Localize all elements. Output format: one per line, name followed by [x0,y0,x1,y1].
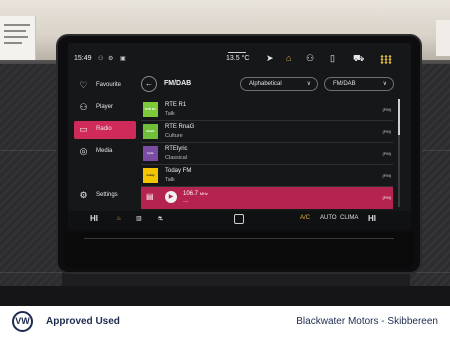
station-genre: Classical [165,155,188,161]
scrollbar-thumb[interactable] [398,99,400,135]
dealer-footer: VW Approved Used Blackwater Motors - Ski… [0,306,450,337]
vw-logo-icon: VW [12,311,33,332]
sidebar-item-label: Player [96,104,114,110]
auto-button[interactable]: AUTO [320,215,337,221]
gear-icon: ⚙ [79,190,88,200]
sidebar-item-label: Favourite [96,82,122,88]
chevron-down-icon: ∨ [382,81,387,87]
temperature-bar [228,52,246,53]
app-grid-icon[interactable] [380,55,392,64]
sidebar-item-player[interactable]: ⚇ Player [74,99,136,117]
chevron-down-icon: ∨ [306,81,311,87]
radio-station-icon: ▤ [146,192,154,201]
sidebar: ♡ Favourite ⚇ Player ▭ Radio ◎ Media ⚙ S… [74,71,136,211]
station-logo: RnaG [143,124,158,139]
station-band: (FM) [382,151,391,156]
sort-dropdown[interactable]: Alphabetical ∨ [240,77,318,91]
station-genre: Culture [165,133,183,139]
radio-icon: ▭ [79,124,88,134]
car-icon[interactable]: ⛟ [353,53,364,65]
station-name: Today FM [165,168,192,174]
band-dropdown[interactable]: FM/DAB ∨ [324,77,394,91]
outside-temperature: 13.5 °C [226,55,250,62]
heat-left-button[interactable]: HI [90,214,98,223]
heat-right-button[interactable]: HI [368,214,376,223]
station-name: RTE RnaG [165,124,195,130]
back-button[interactable]: ← [141,76,157,92]
assist-icon[interactable]: ⚇ [306,53,314,64]
clima-button[interactable]: CLIMA [340,215,358,221]
sidebar-item-settings[interactable]: ⚙ Settings [74,187,136,205]
now-playing-subtitle: --- [183,199,189,205]
ac-button[interactable]: A/C [300,215,310,221]
sidebar-item-label: Media [96,148,113,154]
dashboard-seam [0,272,450,273]
person-icon: ⚇ [79,102,88,112]
clock: 15:49 [74,55,92,62]
station-band: (FM) [382,173,391,178]
notification-icon[interactable]: ▣ [120,55,126,62]
navigation-arrow-icon[interactable]: ➤ [266,53,274,64]
station-row[interactable]: RnaG RTE RnaG Culture (FM) [141,121,393,143]
sidebar-item-label: Settings [96,192,118,198]
station-name: RTElyric [165,146,188,152]
defrost-rear-icon[interactable]: ▥ [136,215,142,222]
station-name: RTE R1 [165,102,187,108]
infotainment-screen: 15:49 ⚇ ⚙ ▣ 13.5 °C ➤ ⌂ ⚇ ▯ ⛟ ♡ Favourit… [68,43,411,230]
station-band: (FM) [382,107,391,112]
station-band: (FM) [382,195,391,200]
air-circulation-icon[interactable]: ⛐ [158,215,163,223]
station-logo: RTÉ R1 [143,102,158,117]
station-logo: today [143,168,158,183]
lower-console [0,286,450,306]
windshield-tag [436,20,450,56]
dealer-name: Blackwater Motors - Skibbereen [296,316,438,327]
play-icon[interactable]: ▶ [165,191,177,203]
sidebar-item-favourite[interactable]: ♡ Favourite [74,77,136,95]
windshield-sticker [0,16,36,60]
station-row[interactable]: lyric RTElyric Classical (FM) [141,143,393,165]
climate-slider-bezel [64,232,414,268]
climate-bar: HI ♨ ▥ ⛐ A/C AUTO CLIMA HI [68,211,411,230]
status-bar: 15:49 ⚇ ⚙ ▣ 13.5 °C ➤ ⌂ ⚇ ▯ ⛟ [68,43,411,69]
sidebar-item-label: Radio [96,126,112,132]
settings-small-icon[interactable]: ⚙ [108,55,113,62]
dashboard-trim-left [0,64,62,304]
station-band: (FM) [382,129,391,134]
seat-heat-icon[interactable]: ♨ [116,215,121,222]
page-title: FM/DAB [164,80,192,87]
station-genre: Talk [165,177,175,183]
sidebar-item-media[interactable]: ◎ Media [74,143,136,161]
station-genre: Talk [165,111,175,117]
now-playing-row[interactable]: ▤ ▶ 106.7 MHz --- (FM) [141,187,393,209]
station-row[interactable]: today Today FM Talk (FM) [141,165,393,187]
media-icon: ◎ [79,146,88,156]
band-dropdown-value: FM/DAB [333,81,356,87]
sidebar-item-radio[interactable]: ▭ Radio [74,121,136,139]
now-playing-frequency: 106.7 MHz [183,191,208,197]
car-home-icon[interactable]: ⌂ [286,53,291,63]
heart-icon: ♡ [79,80,88,90]
back-arrow-icon: ← [145,79,153,88]
home-button[interactable] [234,214,244,224]
phone-icon[interactable]: ▯ [330,53,335,64]
station-logo: lyric [143,146,158,161]
sort-dropdown-value: Alphabetical [249,81,282,87]
profile-icon[interactable]: ⚇ [98,55,103,62]
approved-used-label: Approved Used [46,316,120,327]
station-row[interactable]: RTÉ R1 RTE R1 Talk (FM) [141,99,393,121]
